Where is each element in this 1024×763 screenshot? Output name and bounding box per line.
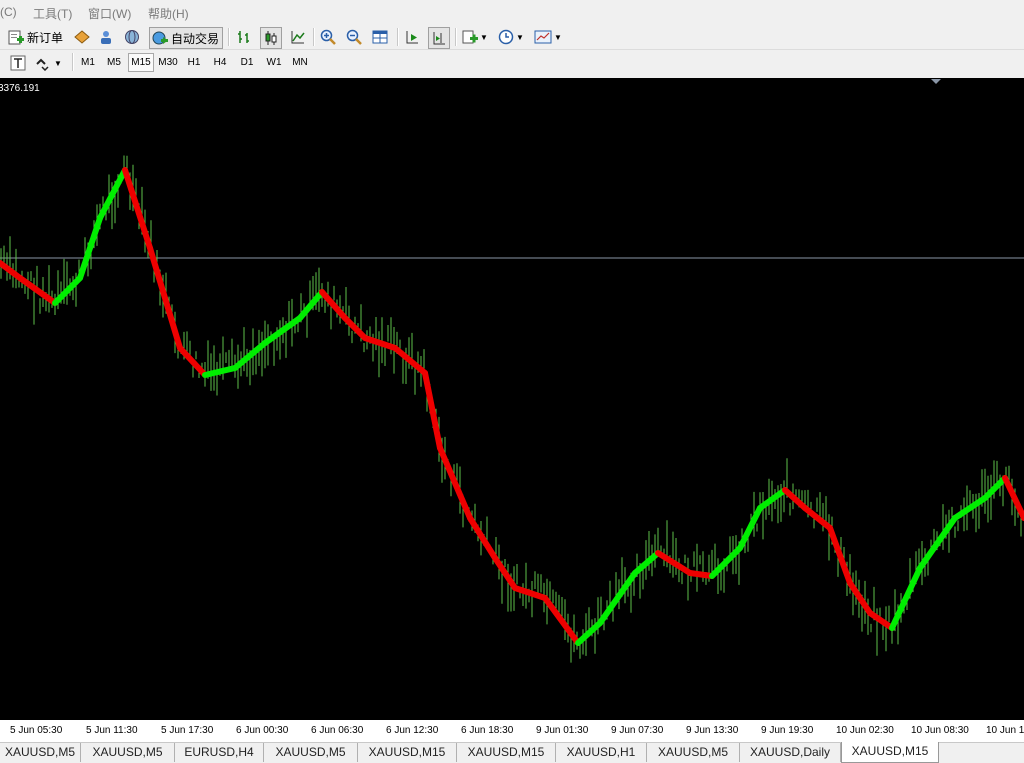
timeframe-d1[interactable]: D1 [235,53,259,72]
chart-canvas[interactable]: 3376.191 [0,78,1024,720]
candlestick-button[interactable] [260,27,282,49]
data-window-button[interactable] [124,27,140,47]
time-label: 10 Jun 14 [986,725,1024,736]
zoom-out-icon [346,29,362,45]
standard-toolbar: 新订单 自动交易 ▼ ▼ ▼ [0,25,1024,50]
ma-segment [467,515,498,561]
timeframe-h4[interactable]: H4 [208,53,232,72]
market-watch-button[interactable] [74,27,90,47]
ma-segment [437,445,473,521]
time-axis: 5 Jun 05:30 5 Jun 11:30 5 Jun 17:30 6 Ju… [0,720,1024,742]
ma-segment [122,167,153,251]
bar-chart-icon [236,29,252,45]
time-label: 6 Jun 12:30 [386,725,439,736]
ma-segment [687,570,715,579]
templates-button[interactable]: ▼ [534,27,562,47]
text-tool-button[interactable] [10,53,26,73]
bar-chart-button[interactable] [236,27,252,47]
time-label: 6 Jun 06:30 [311,725,364,736]
line-chart-icon [290,29,306,45]
text-tool-icon [10,55,26,71]
indicators-button[interactable]: ▼ [462,27,488,47]
time-label: 10 Jun 02:30 [836,725,894,736]
menu-item-window[interactable]: 窗口(W) [88,5,131,22]
time-label: 9 Jun 01:30 [536,725,589,736]
ma-segment [147,245,183,351]
menu-item-tools[interactable]: 工具(T) [33,5,72,22]
arrows-icon [34,55,50,72]
time-label: 6 Jun 00:30 [236,725,289,736]
diamond-icon [74,29,90,45]
chart-tab[interactable]: XAUUSD,H1 [556,743,647,762]
people-icon [98,29,114,45]
chart-tab[interactable]: XAUUSD,Daily [740,743,841,762]
line-chart-button[interactable] [290,27,306,47]
time-label: 5 Jun 11:30 [86,725,138,736]
chart-tab-active[interactable]: XAUUSD,M15 [841,742,939,763]
indicators-icon [462,29,478,45]
timeframe-m15[interactable]: M15 [128,53,154,72]
chart-tab[interactable]: XAUUSD,M15 [358,743,457,762]
auto-trading-icon [152,30,168,46]
chevron-down-icon: ▼ [516,32,524,42]
ma-segment [597,570,638,626]
chart-tab[interactable]: XAUUSD,M15 [457,743,556,762]
zoom-out-button[interactable] [346,27,362,47]
time-label: 5 Jun 05:30 [10,725,63,736]
price-label: 3376.191 [0,83,40,94]
time-label: 5 Jun 17:30 [161,725,214,736]
new-order-label: 新订单 [27,30,64,45]
ma-segment [202,365,238,378]
time-label: 10 Jun 08:30 [911,725,969,736]
templates-icon [534,29,552,45]
moving-average-line [0,167,1024,646]
timeframe-w1[interactable]: W1 [262,53,286,72]
candlestick-icon [263,30,279,46]
ma-segment [827,525,853,586]
menu-item-chart[interactable]: (C) [0,5,17,19]
chart-shift-button[interactable] [428,27,450,49]
timeframe-m1[interactable]: M1 [76,53,100,72]
ma-segment [77,215,103,281]
new-order-icon [8,29,24,45]
ma-segment [889,565,923,631]
menu-bar: (C) 工具(T) 窗口(W) 帮助(H) [0,0,1024,24]
chevron-down-icon: ▼ [480,32,488,42]
time-label: 9 Jun 13:30 [686,725,739,736]
timeframe-m5[interactable]: M5 [102,53,126,72]
chevron-down-icon: ▼ [554,32,562,42]
timeframe-m30[interactable]: M30 [156,53,180,72]
ma-segment [917,515,958,571]
timeframe-h1[interactable]: H1 [182,53,206,72]
auto-trading-button[interactable]: 自动交易 [149,27,224,49]
auto-trading-label: 自动交易 [171,31,220,46]
chart-tabs: XAUUSD,M5 XAUUSD,M5 EURUSD,H4 XAUUSD,M5 … [0,742,1024,763]
periods-button[interactable]: ▼ [498,27,524,47]
chart-shift-marker [931,79,941,84]
chevron-down-icon: ▼ [54,58,62,68]
menu-item-help[interactable]: 帮助(H) [148,5,189,22]
navigator-button[interactable] [98,27,114,47]
auto-scroll-button[interactable] [404,27,420,47]
zoom-in-button[interactable] [320,27,336,47]
chart-tab[interactable]: EURUSD,H4 [175,743,264,762]
chart-tab[interactable]: XAUUSD,M5 [264,743,358,762]
new-order-button[interactable]: 新订单 [8,27,63,47]
auto-scroll-icon [404,29,420,45]
clock-icon [498,29,514,45]
tile-windows-icon [372,29,388,45]
time-label: 9 Jun 07:30 [611,725,664,736]
time-label: 6 Jun 18:30 [461,725,514,736]
price-chart[interactable]: 3376.191 [0,78,1024,720]
arrows-tool-button[interactable]: ▼ [34,53,62,73]
globe-icon [124,29,140,45]
time-label: 9 Jun 19:30 [761,725,814,736]
chart-shift-icon [431,30,447,46]
chart-tab[interactable]: XAUUSD,M5 [647,743,740,762]
zoom-in-icon [320,29,336,45]
chart-tab[interactable]: XAUUSD,M5 [0,743,81,762]
chart-tab[interactable]: XAUUSD,M5 [81,743,175,762]
tile-windows-button[interactable] [372,27,388,47]
timeframe-mn[interactable]: MN [288,53,312,72]
